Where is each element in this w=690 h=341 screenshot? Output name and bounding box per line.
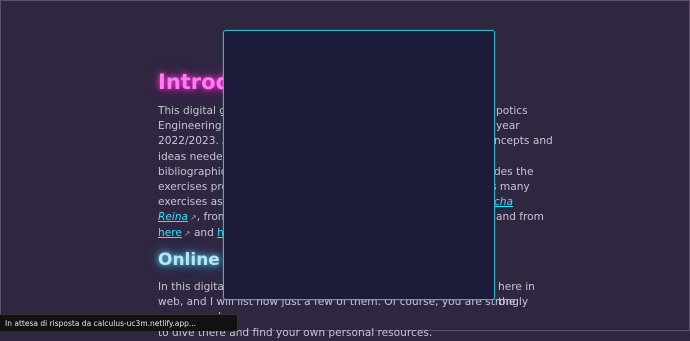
intro-line: This digital ga [158, 105, 233, 117]
intro-line: Engineering a [158, 120, 232, 133]
status-bar: In attesa di risposta da calculus-uc3m.n… [0, 314, 238, 331]
intro-line: ncepts and [494, 135, 553, 148]
popup-overlay[interactable] [223, 30, 495, 300]
external-link-icon: ↗ [190, 213, 197, 223]
external-link-icon: ↗ [183, 228, 191, 238]
intro-line: exercises as p [158, 196, 233, 209]
intro-line: and [190, 226, 218, 239]
online-line: here in the [498, 281, 535, 309]
intro-line: ideas needed [158, 150, 230, 163]
intro-line: s many [491, 181, 530, 194]
intro-line: bibliographic [158, 165, 227, 178]
here-link[interactable]: here [158, 227, 182, 239]
author-link[interactable]: Reina [158, 211, 188, 223]
intro-line: ides the [491, 165, 534, 178]
online-line: In this digital [158, 281, 227, 293]
intro-line: potics [496, 105, 528, 117]
intro-line: and from [496, 211, 544, 224]
intro-line: year [496, 120, 520, 133]
